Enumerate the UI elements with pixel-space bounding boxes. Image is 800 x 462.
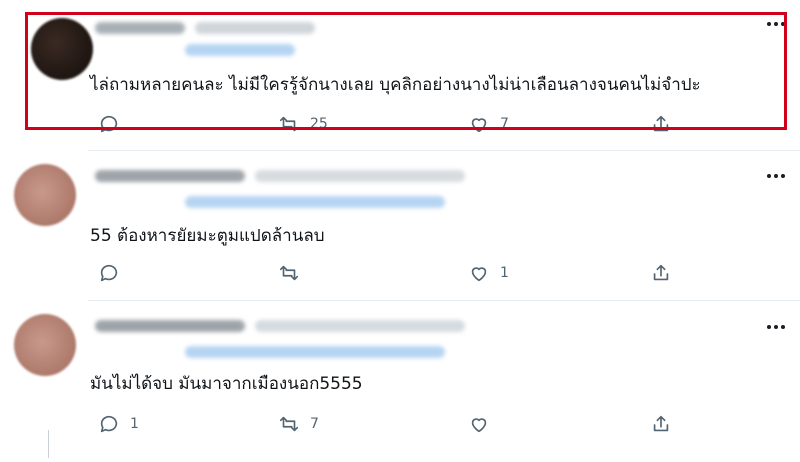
- blurred-handle: [195, 22, 315, 34]
- reply-icon: [100, 115, 118, 133]
- like-button[interactable]: 1: [468, 262, 509, 284]
- blurred-handle: [255, 320, 465, 332]
- retweet-button[interactable]: 7: [278, 413, 319, 435]
- reply-icon: [100, 415, 118, 433]
- reply-count: 1: [130, 416, 139, 432]
- blurred-username: [95, 320, 245, 332]
- like-button[interactable]: [468, 413, 500, 435]
- retweet-icon: [279, 416, 299, 432]
- like-icon: [471, 267, 487, 282]
- blurred-username: [95, 22, 185, 34]
- thread-line: [48, 430, 49, 458]
- avatar[interactable]: [14, 164, 76, 226]
- blurred-mention: [185, 196, 445, 208]
- like-count: 1: [500, 265, 509, 281]
- more-icon[interactable]: [763, 17, 789, 31]
- reply-icon: [100, 264, 118, 282]
- retweet-button[interactable]: [278, 262, 310, 284]
- tweet-text: 55 ต้องหารยัยมะตูมแปดล้านลบ: [90, 226, 325, 246]
- tweet-2[interactable]: 55 ต้องหารยัยมะตูมแปดล้านลบ 1: [0, 150, 800, 300]
- reply-button[interactable]: [98, 113, 130, 135]
- share-button[interactable]: [650, 113, 672, 135]
- blurred-handle: [255, 170, 465, 182]
- more-icon[interactable]: [763, 169, 789, 183]
- share-icon: [653, 415, 669, 432]
- avatar[interactable]: [14, 314, 76, 376]
- share-button[interactable]: [650, 262, 672, 284]
- share-button[interactable]: [650, 413, 672, 435]
- retweet-count: 7: [310, 416, 319, 432]
- blurred-mention: [185, 44, 295, 56]
- tweet-text: มันไม่ได้จบ มันมาจากเมืองนอก5555: [90, 374, 363, 394]
- like-button[interactable]: 7: [468, 113, 509, 135]
- reply-button[interactable]: [98, 262, 130, 284]
- tweet-1[interactable]: ไล่ถามหลายคนละ ไม่มีใครรู้จักนางเลย บุคล…: [0, 0, 800, 140]
- retweet-icon: [279, 265, 299, 281]
- like-icon: [471, 118, 487, 133]
- avatar[interactable]: [31, 18, 93, 80]
- tweet-text: ไล่ถามหลายคนละ ไม่มีใครรู้จักนางเลย บุคล…: [90, 75, 701, 95]
- reply-button[interactable]: 1: [98, 413, 139, 435]
- share-icon: [653, 115, 669, 132]
- more-icon[interactable]: [763, 320, 789, 334]
- blurred-username: [95, 170, 245, 182]
- retweet-button[interactable]: 25: [278, 113, 328, 135]
- like-count: 7: [500, 116, 509, 132]
- blurred-mention: [185, 346, 445, 358]
- tweet-3[interactable]: มันไม่ได้จบ มันมาจากเมืองนอก5555 1 7: [0, 300, 800, 462]
- retweet-icon: [279, 116, 299, 132]
- retweet-count: 25: [310, 116, 328, 132]
- share-icon: [653, 264, 669, 281]
- like-icon: [471, 418, 487, 433]
